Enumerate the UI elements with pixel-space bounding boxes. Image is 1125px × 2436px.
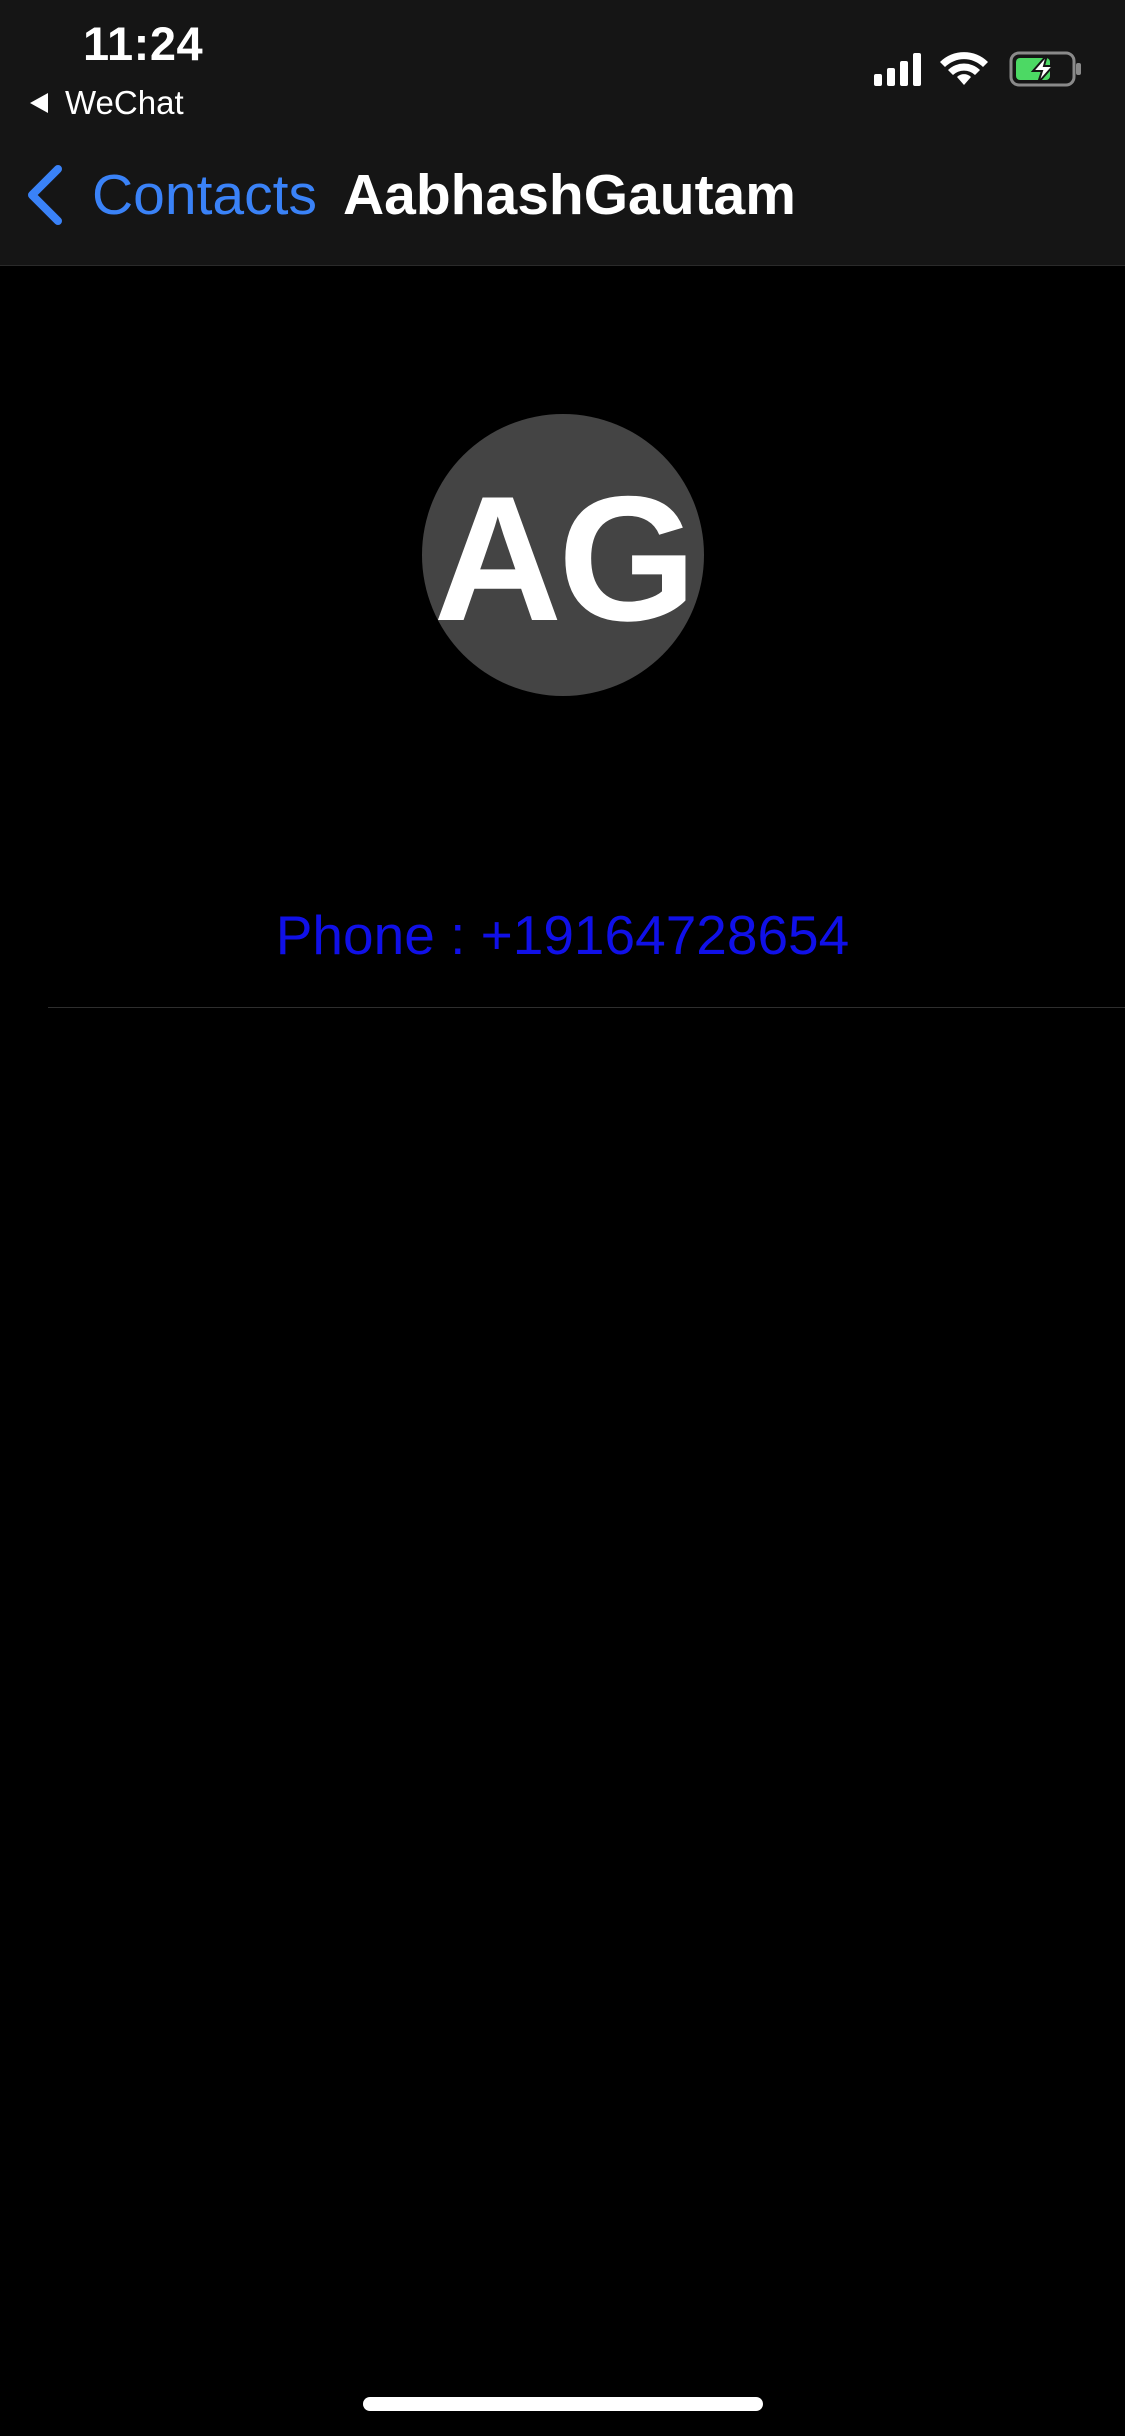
cellular-signal-icon [874, 52, 921, 86]
contacts-back-label: Contacts [92, 163, 317, 227]
status-time: 11:24 [83, 17, 204, 70]
wifi-icon [940, 52, 988, 85]
home-indicator[interactable] [363, 2397, 763, 2411]
page-title: AabhashGautam [343, 163, 796, 227]
back-triangle-icon [30, 93, 48, 113]
avatar: AG [422, 414, 704, 696]
avatar-initials: AG [433, 459, 697, 658]
divider [48, 1007, 1125, 1008]
back-to-app-button[interactable]: WeChat [30, 80, 184, 126]
battery-charging-icon [1009, 51, 1081, 87]
contacts-back-button[interactable]: Contacts [24, 160, 317, 230]
top-bar: 11:24 WeChat Contacts AabhashGautam [0, 0, 1125, 266]
back-to-app-label: WeChat [65, 84, 184, 121]
chevron-left-icon [28, 165, 62, 225]
status-icons [874, 46, 1083, 92]
phone-number-link[interactable]: Phone : +19164728654 [0, 895, 1125, 975]
